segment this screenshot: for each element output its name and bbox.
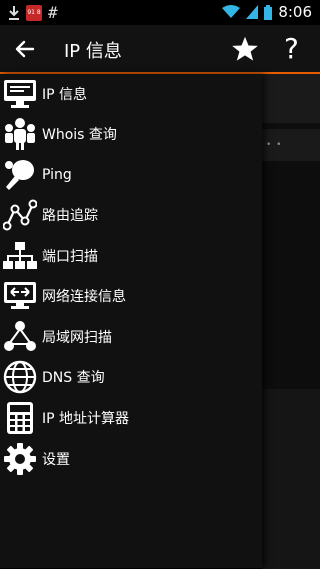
drawer-item-label: Ping: [42, 167, 72, 183]
drawer-item-label: 局域网扫描: [42, 330, 112, 346]
back-arrow-icon[interactable]: [12, 36, 38, 62]
lan-icon: [0, 317, 40, 357]
battery-icon: [264, 4, 273, 20]
signal-icon: [246, 5, 259, 19]
network-tree-icon: [0, 236, 40, 276]
globe-icon: [0, 357, 40, 397]
calculator-icon: [0, 398, 40, 438]
star-icon[interactable]: [231, 35, 259, 63]
users-icon: [0, 114, 40, 154]
hash-icon: #: [48, 3, 58, 22]
drawer-item-whois[interactable]: Whois 查询: [0, 114, 262, 154]
drawer-item-dns[interactable]: DNS 查询: [0, 357, 262, 397]
content-panel: [262, 389, 320, 569]
content-dots: • •: [266, 140, 283, 150]
download-icon: [9, 5, 19, 20]
drawer-item-label: IP 信息: [42, 87, 88, 103]
drawer-item-label: 设置: [42, 452, 70, 468]
gear-icon: [0, 439, 40, 479]
wifi-icon: [222, 5, 241, 18]
drawer-item-lan-scan[interactable]: 局域网扫描: [0, 317, 262, 357]
drawer-item-ip-calculator[interactable]: IP 地址计算器: [0, 398, 262, 438]
route-icon: [0, 195, 40, 235]
navigation-drawer: IP 信息 Whois 查询 Ping 路由追踪 端口扫描 网络连接信息 局域网…: [0, 74, 262, 568]
page-title: IP 信息: [64, 41, 122, 62]
drawer-item-label: DNS 查询: [42, 370, 105, 386]
clock: 8:06: [278, 3, 312, 21]
ping-pong-icon: [0, 155, 40, 195]
app-notification-icon: 91 8: [26, 4, 42, 21]
drawer-item-settings[interactable]: 设置: [0, 439, 262, 479]
status-bar: 91 8 # 8:06: [0, 0, 320, 25]
drawer-item-ping[interactable]: Ping: [0, 155, 262, 195]
connection-icon: [0, 276, 40, 316]
drawer-item-traceroute[interactable]: 路由追踪: [0, 195, 262, 235]
monitor-icon: [0, 74, 40, 114]
app-bar: IP 信息 ?: [0, 25, 320, 72]
content-panel: [262, 74, 320, 123]
drawer-item-label: 路由追踪: [42, 208, 98, 224]
drawer-item-connections[interactable]: 网络连接信息: [0, 276, 262, 316]
drawer-item-ip-info[interactable]: IP 信息: [0, 74, 262, 114]
drawer-item-label: IP 地址计算器: [42, 411, 130, 427]
drawer-item-label: 端口扫描: [42, 249, 98, 265]
drawer-item-label: Whois 查询: [42, 127, 117, 143]
help-button[interactable]: ?: [284, 32, 299, 65]
drawer-item-label: 网络连接信息: [42, 289, 126, 305]
drawer-item-port-scan[interactable]: 端口扫描: [0, 236, 262, 276]
